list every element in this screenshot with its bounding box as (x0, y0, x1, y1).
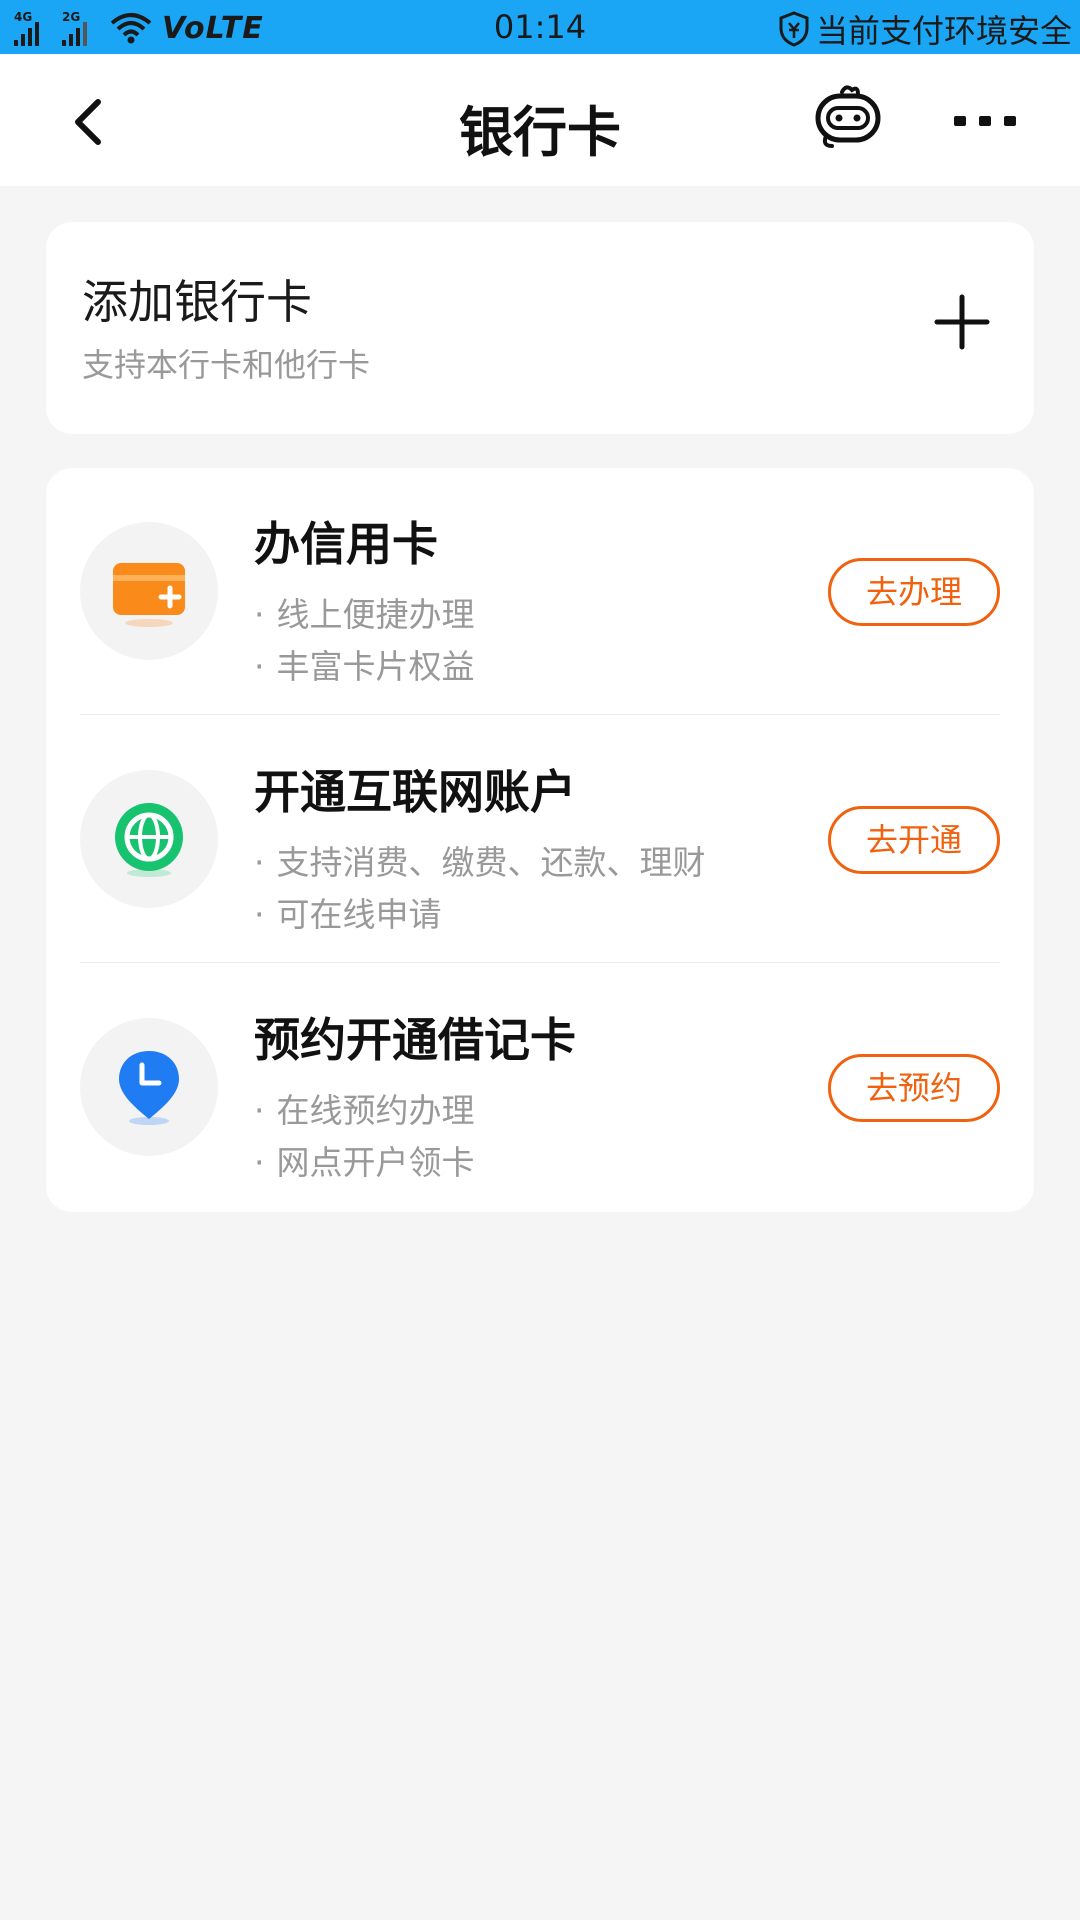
open-button[interactable]: 去开通 (828, 806, 1000, 874)
location-clock-icon (80, 1018, 218, 1156)
service-line: · 可在线申请 (254, 895, 442, 934)
service-line: · 线上便捷办理 (254, 595, 475, 634)
payment-security: 当前支付环境安全 (778, 6, 1072, 52)
add-bank-card[interactable]: 添加银行卡 支持本行卡和他行卡 (46, 222, 1034, 434)
service-line: · 支持消费、缴费、还款、理财 (254, 843, 706, 882)
reserve-button[interactable]: 去预约 (828, 1054, 1000, 1122)
more-icon[interactable] (950, 112, 1020, 132)
service-line: · 网点开户领卡 (254, 1143, 475, 1182)
add-card-subtitle: 支持本行卡和他行卡 (82, 346, 371, 384)
apply-button[interactable]: 去办理 (828, 558, 1000, 626)
nav-header: 银行卡 (0, 54, 1080, 186)
service-internet-account[interactable]: 开通互联网账户 · 支持消费、缴费、还款、理财 · 可在线申请 去开通 (46, 716, 1034, 962)
globe-icon (80, 770, 218, 908)
service-debit-card[interactable]: 预约开通借记卡 · 在线预约办理 · 网点开户领卡 去预约 (46, 964, 1034, 1210)
plus-icon[interactable] (934, 294, 990, 350)
page-title: 银行卡 (459, 101, 621, 164)
service-line: · 丰富卡片权益 (254, 647, 475, 686)
status-bar: 4G 2G VoLTE 01:14 当前支付环境安全 (0, 0, 1080, 54)
services-panel: 办信用卡 · 线上便捷办理 · 丰富卡片权益 去办理 开通互联网账户 · 支持消费、缴… (46, 468, 1034, 1212)
divider (80, 714, 1000, 715)
service-credit-card[interactable]: 办信用卡 · 线上便捷办理 · 丰富卡片权益 去办理 (46, 468, 1034, 714)
security-text: 当前支付环境安全 (815, 12, 1072, 50)
service-title: 办信用卡 (254, 517, 438, 571)
service-line: · 在线预约办理 (254, 1091, 475, 1130)
service-title: 开通互联网账户 (254, 765, 576, 819)
service-title: 预约开通借记卡 (254, 1013, 576, 1067)
robot-assistant-icon[interactable] (812, 84, 884, 150)
add-card-title: 添加银行卡 (82, 275, 312, 329)
credit-card-icon (80, 522, 218, 660)
shield-icon (779, 11, 809, 47)
divider (80, 962, 1000, 963)
